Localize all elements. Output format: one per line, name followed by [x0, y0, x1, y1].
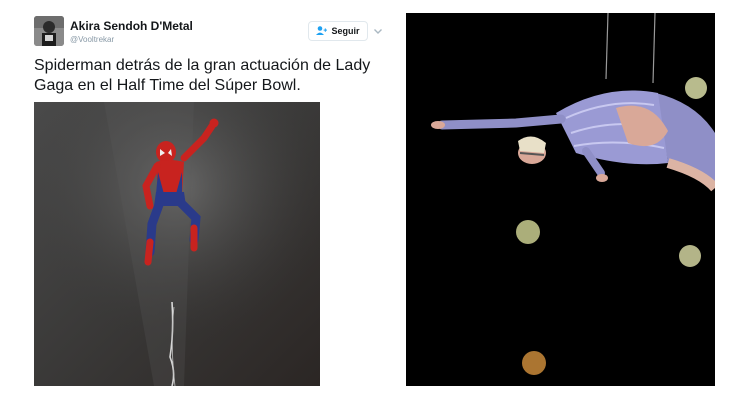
tweet-text: Spiderman detrás de la gran actuación de… — [34, 57, 371, 94]
tweet-card: Akira Sendoh D'Metal @Vooltrekar Seguir … — [0, 0, 400, 400]
chevron-down-icon[interactable] — [372, 24, 384, 36]
add-user-icon — [316, 22, 328, 40]
follow-button[interactable]: Seguir — [308, 21, 368, 41]
author-handle[interactable]: @Vooltrekar — [70, 35, 114, 44]
photo-lady-gaga-performance — [406, 13, 715, 386]
author-name[interactable]: Akira Sendoh D'Metal — [70, 19, 193, 33]
follow-button-label: Seguir — [331, 26, 360, 36]
avatar[interactable] — [34, 16, 64, 46]
tweet-image-spiderman[interactable] — [34, 102, 320, 386]
